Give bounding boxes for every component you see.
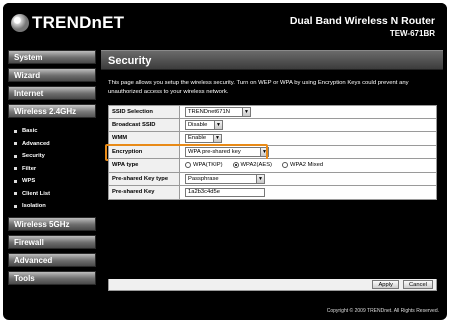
encryption-dropdown[interactable]: WPA pre-shared key ▼	[185, 147, 269, 157]
sidebar-item-wizard[interactable]: Wizard	[8, 68, 96, 82]
apply-button[interactable]: Apply	[372, 279, 399, 290]
bullet-icon	[14, 129, 17, 133]
submenu-item-label: Basic	[22, 128, 38, 134]
wmm-value: Enable	[188, 135, 207, 142]
chevron-down-icon: ▼	[213, 134, 221, 142]
cancel-button[interactable]: Cancel	[402, 279, 433, 290]
row-wpa-type: WPA type WPA(TKIP) WPA2(AES) WPA2 Mixed	[108, 159, 437, 173]
product-model: TEW-671BR	[389, 29, 435, 38]
bullet-icon	[14, 142, 17, 146]
sidebar-item-advanced[interactable]: Advanced	[8, 252, 96, 267]
encryption-value: WPA pre-shared key	[188, 148, 241, 155]
psk-input[interactable]: 1a2b3c4d5e	[185, 187, 265, 197]
psk-label: Pre-shared Key	[109, 186, 180, 199]
psk-type-value: Passphrase	[188, 175, 219, 182]
page-title: Security	[101, 50, 443, 70]
submenu-item-isolation[interactable]: Isolation	[14, 200, 96, 213]
router-admin-window: TRENDnET Dual Band Wireless N Router TEW…	[3, 3, 447, 320]
broadcast-ssid-label: Broadcast SSID	[109, 118, 180, 131]
broadcast-ssid-value: Disable	[188, 121, 208, 128]
row-psk-type: Pre-shared Key type Passphrase ▼	[108, 172, 437, 186]
chevron-down-icon: ▼	[242, 108, 250, 116]
trendnet-logo-icon	[11, 14, 29, 32]
submenu-item-label: Filter	[22, 165, 37, 172]
broadcast-ssid-dropdown[interactable]: Disable ▼	[185, 120, 223, 130]
submenu-item-label: Client List	[22, 190, 51, 197]
bullet-icon	[14, 167, 17, 171]
bullet-icon	[14, 154, 17, 158]
row-encryption: Encryption WPA pre-shared key ▼	[105, 143, 437, 161]
wireless-24ghz-submenu: Basic Advanced Security Filter WPS Clien…	[8, 122, 96, 217]
main-panel: Security This page allows you setup the …	[101, 50, 443, 305]
submenu-item-advanced[interactable]: Advanced	[14, 138, 96, 151]
wmm-dropdown[interactable]: Enable ▼	[185, 133, 222, 143]
encryption-label: Encryption	[109, 145, 180, 158]
wmm-label: WMM	[109, 132, 180, 145]
wpa2-aes-radio[interactable]: WPA2(AES)	[232, 162, 272, 169]
sidebar-item-tools[interactable]: Tools	[8, 270, 96, 285]
header: TRENDnET Dual Band Wireless N Router TEW…	[3, 3, 447, 47]
radio-unchecked-icon	[282, 162, 288, 169]
submenu-item-filter[interactable]: Filter	[14, 163, 96, 176]
submenu-item-basic[interactable]: Basic	[14, 125, 96, 138]
sidebar-item-firewall[interactable]: Firewall	[8, 234, 96, 249]
ssid-selection-label: SSID Selection	[109, 106, 180, 118]
brand-logo: TRENDnET	[11, 12, 124, 34]
product-info: Dual Band Wireless N Router TEW-671BR	[290, 15, 435, 38]
submenu-item-wps[interactable]: WPS	[14, 175, 96, 188]
radio-unchecked-icon	[185, 162, 191, 169]
sidebar-item-wireless-24ghz[interactable]: Wireless 2.4GHz	[8, 104, 96, 118]
ssid-selection-value: TRENDnet671N	[188, 108, 230, 115]
row-broadcast-ssid: Broadcast SSID Disable ▼	[108, 118, 437, 132]
submenu-item-label: WPS	[22, 178, 36, 184]
submenu-item-label: Isolation	[22, 203, 46, 209]
product-name: Dual Band Wireless N Router	[289, 15, 435, 27]
wpa-tkip-label: WPA(TKIP)	[193, 162, 223, 169]
bullet-icon	[14, 179, 17, 183]
chevron-down-icon: ▼	[260, 148, 268, 156]
row-ssid-selection: SSID Selection TRENDnet671N ▼	[108, 105, 437, 119]
chevron-down-icon: ▼	[256, 175, 264, 183]
submenu-item-label: Security	[22, 153, 45, 159]
submenu-item-client-list[interactable]: Client List	[14, 188, 96, 201]
sidebar: System Wizard Internet Wireless 2.4GHz B…	[8, 50, 96, 289]
chevron-down-icon: ▼	[214, 121, 222, 129]
wpa2-mixed-label: WPA2 Mixed	[290, 162, 324, 169]
wpa2-mixed-radio[interactable]: WPA2 Mixed	[282, 162, 324, 169]
ssid-selection-dropdown[interactable]: TRENDnet671N ▼	[185, 107, 251, 117]
wpa-tkip-radio[interactable]: WPA(TKIP)	[185, 162, 223, 169]
row-psk: Pre-shared Key 1a2b3c4d5e	[108, 186, 437, 200]
brand-name: TRENDnET	[32, 13, 125, 32]
form-actions: Apply Cancel	[108, 279, 437, 291]
psk-type-label: Pre-shared Key type	[109, 172, 180, 185]
screenshot-frame: TRENDnET Dual Band Wireless N Router TEW…	[0, 0, 450, 322]
psk-type-dropdown[interactable]: Passphrase ▼	[185, 174, 265, 184]
sidebar-item-internet[interactable]: Internet	[8, 86, 96, 100]
copyright-footer: Copyright © 2009 TRENDnet. All Rights Re…	[326, 308, 439, 314]
bullet-icon	[14, 192, 17, 196]
bullet-icon	[14, 204, 17, 208]
row-wmm: WMM Enable ▼	[108, 132, 437, 146]
submenu-item-label: Advanced	[22, 140, 50, 147]
wpa-type-label: WPA type	[109, 159, 180, 172]
wpa2-aes-label: WPA2(AES)	[240, 162, 272, 169]
submenu-item-security[interactable]: Security	[14, 150, 96, 163]
sidebar-item-wireless-5ghz[interactable]: Wireless 5GHz	[8, 216, 96, 231]
radio-checked-icon	[232, 162, 239, 169]
sidebar-item-system[interactable]: System	[8, 50, 96, 64]
security-settings-table: SSID Selection TRENDnet671N ▼ Broadcast …	[105, 105, 437, 200]
